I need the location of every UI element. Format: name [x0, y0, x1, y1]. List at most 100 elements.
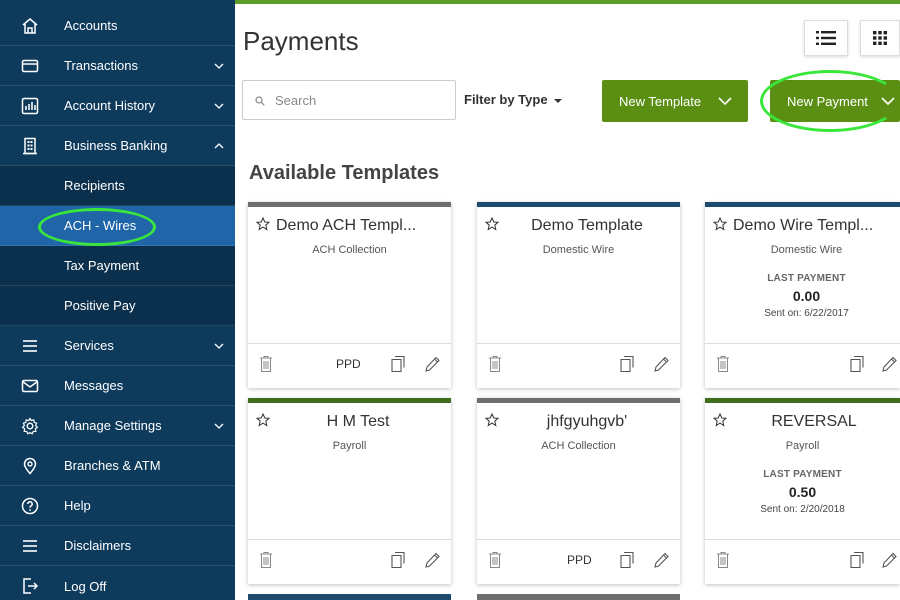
- question-circle-icon: [21, 497, 39, 515]
- sidebar-item-branches-atm[interactable]: Branches & ATM: [0, 446, 235, 486]
- app-root: Accounts Transactions Account History Bu…: [0, 0, 900, 600]
- new-payment-label: New Payment: [787, 93, 868, 109]
- filter-by-type-dropdown[interactable]: Filter by Type: [464, 92, 562, 107]
- pencil-icon[interactable]: [881, 551, 897, 569]
- star-icon[interactable]: [713, 413, 727, 427]
- sidebar-item-disclaimers[interactable]: Disclaimers: [0, 526, 235, 566]
- search-input[interactable]: [275, 89, 445, 111]
- copy-icon[interactable]: [390, 551, 406, 569]
- trash-icon[interactable]: [258, 355, 274, 373]
- card-title: jhfgyuhgvb': [546, 413, 628, 430]
- card-divider: [248, 539, 451, 540]
- template-card[interactable]: Demo Wire Templ... Domestic Wire LAST PA…: [705, 202, 900, 388]
- trash-icon[interactable]: [487, 551, 503, 569]
- card-divider: [477, 343, 680, 344]
- last-payment-date: Sent on: 6/22/2017: [764, 308, 849, 319]
- chevron-down-icon: [718, 97, 732, 106]
- card-footer-tag: PPD: [336, 357, 361, 371]
- pencil-icon[interactable]: [424, 355, 440, 373]
- template-card[interactable]: Demo ACH Templ... ACH Collection PPD: [248, 202, 451, 388]
- sidebar-item-services[interactable]: Services: [0, 326, 235, 366]
- grid-view-button[interactable]: [860, 20, 900, 56]
- sidebar-item-label: Account History: [64, 98, 156, 113]
- star-icon[interactable]: [256, 413, 270, 427]
- sidebar: Accounts Transactions Account History Bu…: [0, 0, 235, 600]
- last-payment-label: LAST PAYMENT: [763, 469, 842, 480]
- card-title: Demo ACH Templ...: [276, 217, 417, 234]
- chevron-down-icon: [881, 97, 895, 106]
- card-divider: [248, 343, 451, 344]
- card-divider: [705, 539, 900, 540]
- template-card[interactable]: REVERSAL Payroll LAST PAYMENT 0.50 Sent …: [705, 398, 900, 584]
- new-template-label: New Template: [619, 93, 702, 109]
- template-card[interactable]: H M Test Payroll: [248, 398, 451, 584]
- envelope-icon: [21, 377, 39, 395]
- sidebar-subitem-label: Positive Pay: [64, 298, 136, 313]
- search-icon: [255, 96, 265, 106]
- star-icon[interactable]: [485, 217, 499, 231]
- caret-down-icon: [553, 98, 562, 103]
- chevron-up-icon: [214, 143, 224, 149]
- trash-icon[interactable]: [487, 355, 503, 373]
- card-divider: [477, 539, 680, 540]
- list-view-button[interactable]: [804, 20, 848, 56]
- template-card[interactable]: jhfgyuhgvb' ACH Collection PPD: [477, 398, 680, 584]
- sidebar-subitem-label: Tax Payment: [64, 258, 140, 273]
- pencil-icon[interactable]: [881, 355, 897, 373]
- sidebar-subitem-recipients[interactable]: Recipients: [0, 166, 235, 206]
- last-payment-label: LAST PAYMENT: [767, 273, 846, 284]
- sidebar-item-label: Help: [64, 498, 91, 513]
- card-title: Demo Wire Templ...: [733, 217, 874, 234]
- trash-icon[interactable]: [715, 551, 731, 569]
- sidebar-item-log-off[interactable]: Log Off: [0, 566, 235, 600]
- chevron-down-icon: [214, 63, 224, 69]
- last-payment-amount: 0.00: [792, 288, 821, 304]
- sidebar-item-label: Branches & ATM: [64, 458, 161, 473]
- filter-by-type-label: Filter by Type: [464, 92, 548, 107]
- pencil-icon[interactable]: [653, 551, 669, 569]
- template-card-peek: [248, 594, 451, 600]
- pencil-icon[interactable]: [424, 551, 440, 569]
- sidebar-item-label: Transactions: [64, 58, 138, 73]
- sidebar-item-account-history[interactable]: Account History: [0, 86, 235, 126]
- copy-icon[interactable]: [619, 551, 635, 569]
- last-payment-date: Sent on: 2/20/2018: [760, 504, 845, 515]
- sidebar-item-label: Accounts: [64, 18, 118, 33]
- card-subtitle: ACH Collection: [312, 244, 387, 256]
- copy-icon[interactable]: [849, 355, 865, 373]
- pencil-icon[interactable]: [653, 355, 669, 373]
- chart-icon: [21, 97, 39, 115]
- copy-icon[interactable]: [390, 355, 406, 373]
- star-icon[interactable]: [485, 413, 499, 427]
- logout-icon: [21, 577, 39, 595]
- sidebar-item-manage-settings[interactable]: Manage Settings: [0, 406, 235, 446]
- card-icon: [21, 57, 39, 75]
- sidebar-item-accounts[interactable]: Accounts: [0, 6, 235, 46]
- chevron-down-icon: [214, 103, 224, 109]
- copy-icon[interactable]: [849, 551, 865, 569]
- building-icon: [21, 137, 39, 155]
- card-title: H M Test: [326, 413, 390, 430]
- copy-icon[interactable]: [619, 355, 635, 373]
- sidebar-subitem-positive-pay[interactable]: Positive Pay: [0, 286, 235, 326]
- trash-icon[interactable]: [715, 355, 731, 373]
- sidebar-item-messages[interactable]: Messages: [0, 366, 235, 406]
- sidebar-item-help[interactable]: Help: [0, 486, 235, 526]
- sidebar-item-label: Services: [64, 338, 114, 353]
- new-payment-button[interactable]: New Payment: [770, 80, 900, 122]
- chevron-down-icon: [214, 343, 224, 349]
- new-template-button[interactable]: New Template: [602, 80, 748, 122]
- sidebar-item-business-banking[interactable]: Business Banking: [0, 126, 235, 166]
- search-box: [242, 80, 456, 120]
- card-footer-tag: PPD: [567, 553, 592, 567]
- card-divider: [705, 343, 900, 344]
- sidebar-subitem-ach-wires[interactable]: ACH - Wires: [0, 206, 235, 246]
- menu-icon: [21, 537, 39, 555]
- sidebar-item-transactions[interactable]: Transactions: [0, 46, 235, 86]
- sidebar-subitem-label: Recipients: [64, 178, 125, 193]
- section-title: Available Templates: [249, 162, 440, 184]
- template-card[interactable]: Demo Template Domestic Wire: [477, 202, 680, 388]
- card-title: REVERSAL: [771, 413, 857, 430]
- trash-icon[interactable]: [258, 551, 274, 569]
- sidebar-subitem-tax-payment[interactable]: Tax Payment: [0, 246, 235, 286]
